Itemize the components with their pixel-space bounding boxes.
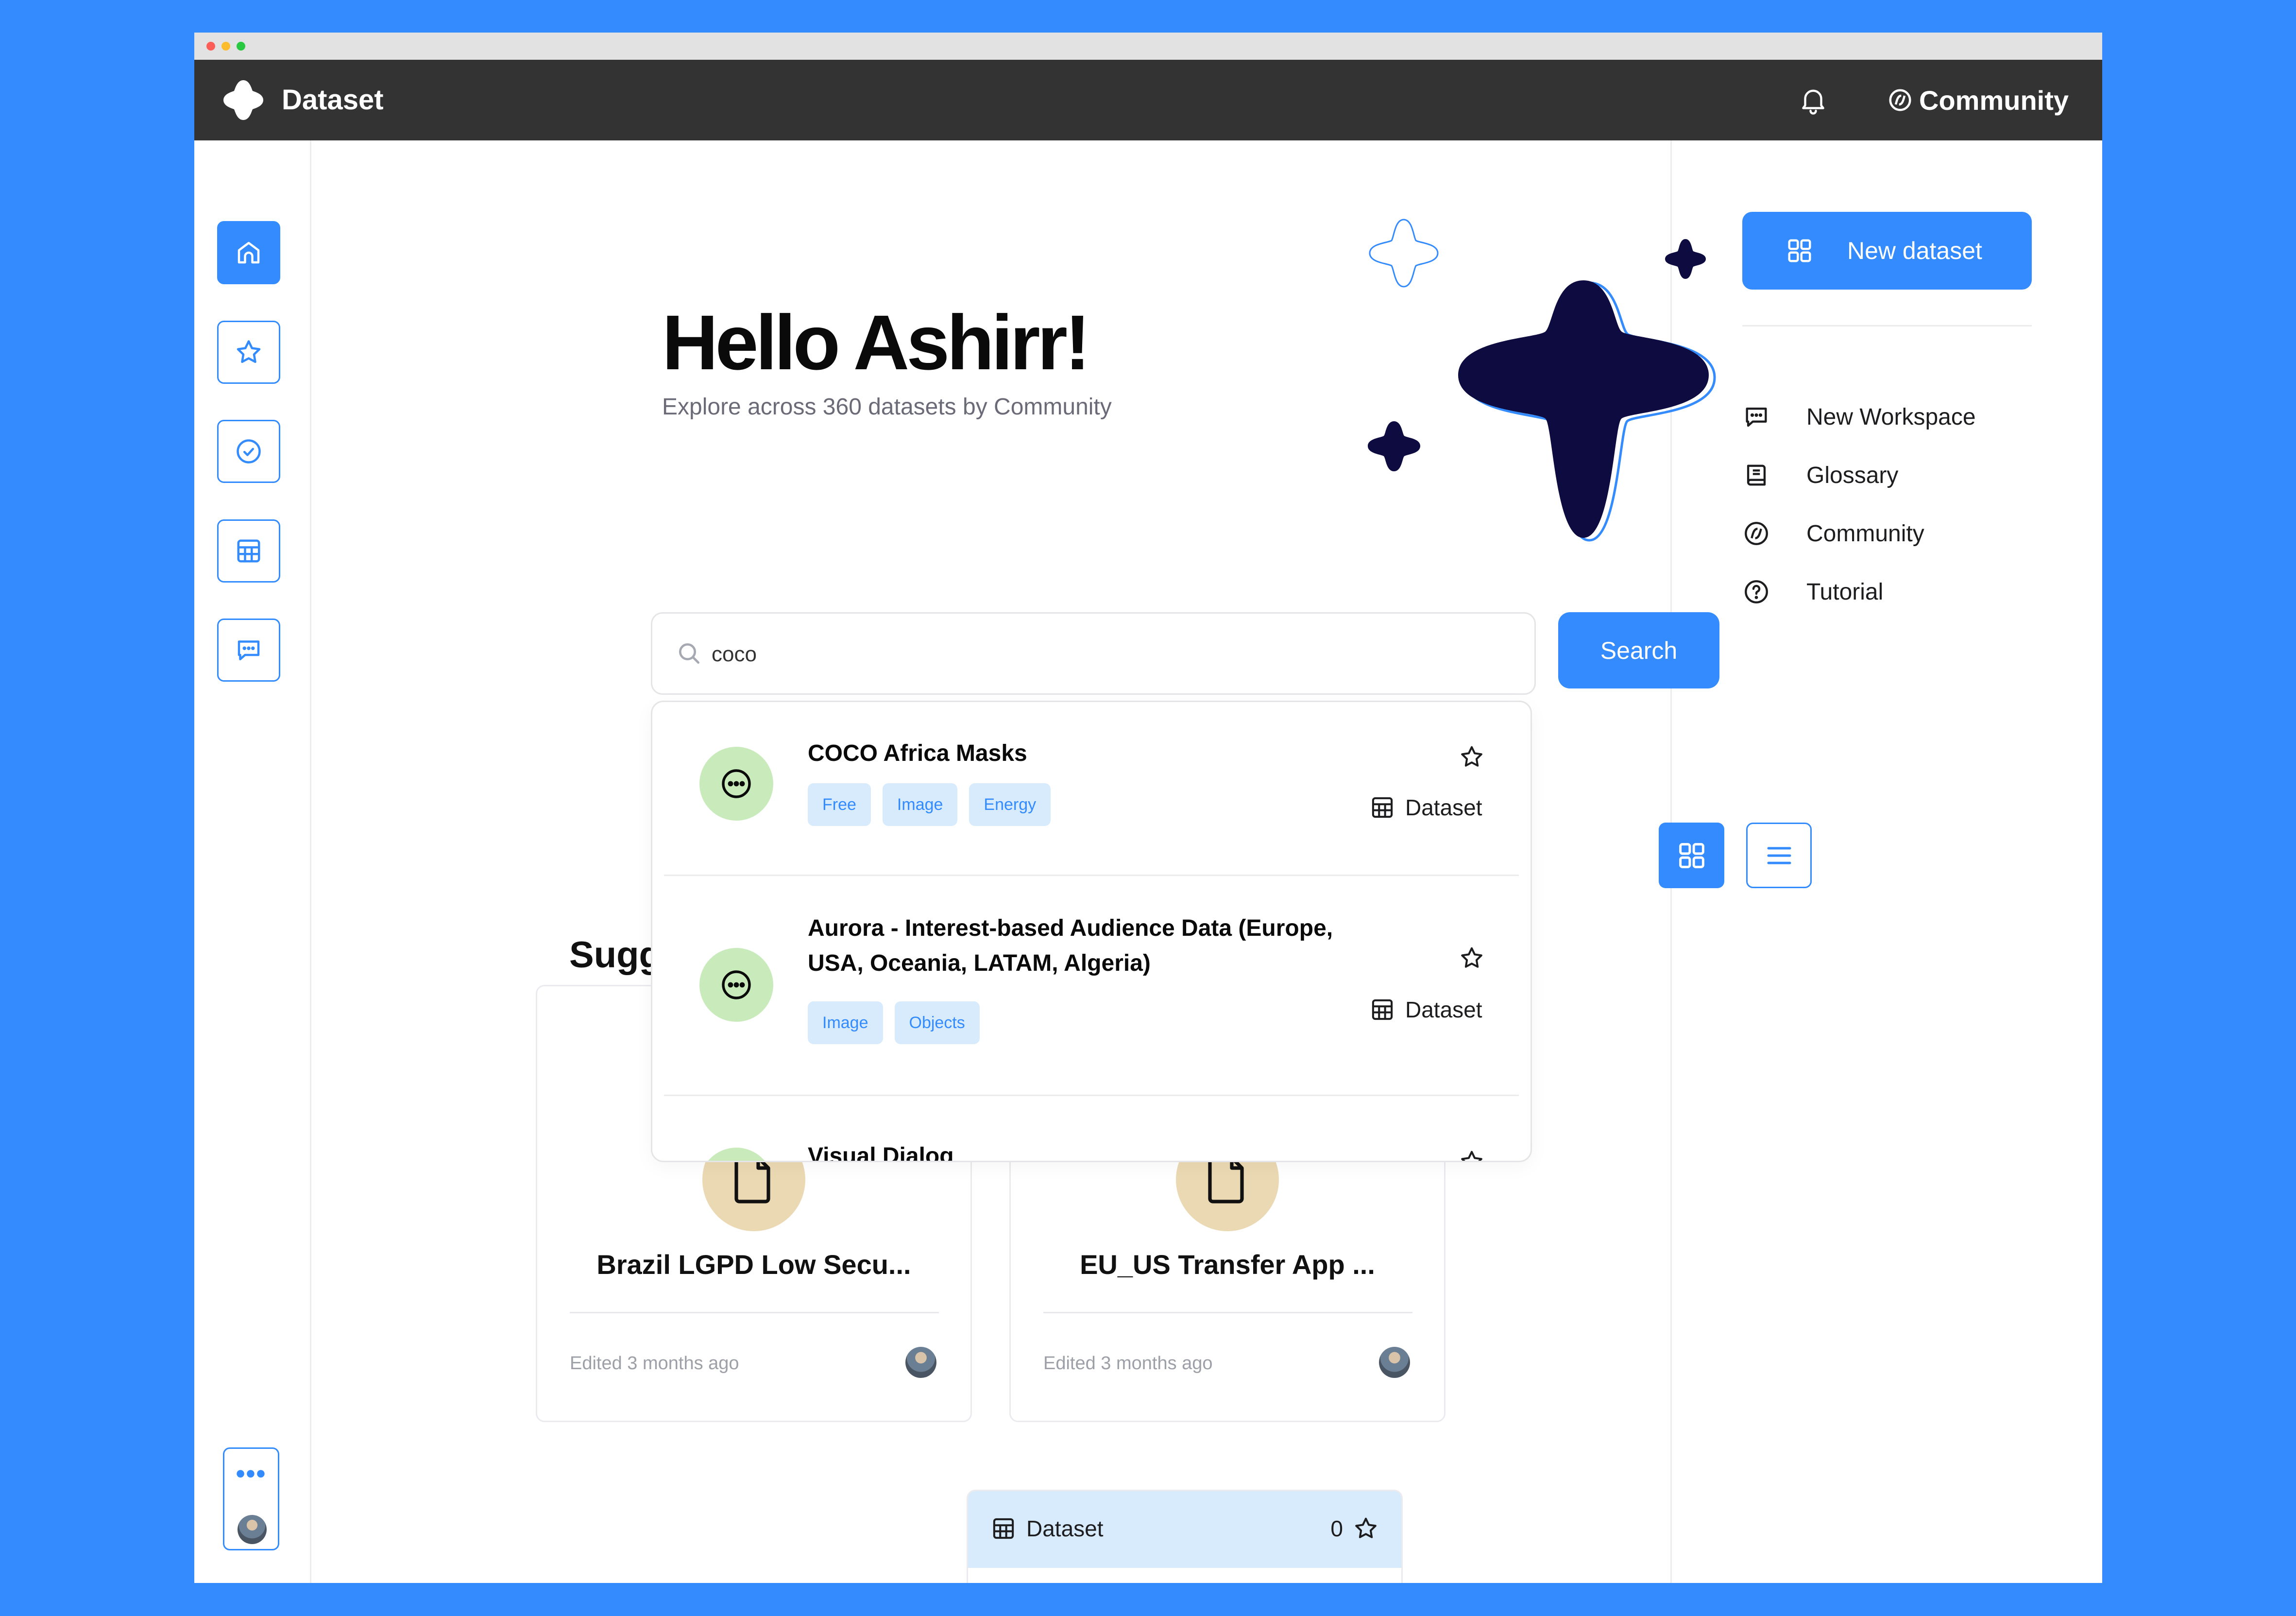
community-menu[interactable]: Community <box>1887 82 2069 118</box>
card-type-label: Dataset <box>1026 1516 1104 1541</box>
more-circle-icon <box>722 769 751 798</box>
nav-favorites-button[interactable] <box>217 321 280 384</box>
user-menu[interactable]: ••• <box>223 1447 279 1550</box>
star-count[interactable]: 0 <box>1330 1515 1379 1542</box>
community-link-label: Community <box>1806 520 1924 547</box>
search-result-item[interactable]: Aurora - Interest-based Audience Data (E… <box>652 876 1531 1095</box>
star-icon <box>1355 1517 1377 1538</box>
right-panel: New dataset New Workspace Glossary Commu… <box>1670 140 2102 1583</box>
avatar <box>905 1347 936 1378</box>
app-title[interactable]: Dataset <box>282 84 384 116</box>
card-header: Dataset 0 <box>968 1491 1401 1568</box>
table-icon <box>993 1518 1014 1539</box>
dataset-card[interactable]: Dataset 0 <box>967 1490 1403 1583</box>
browser-window: Dataset Community ••• New dataset New Wo… <box>194 33 2102 1583</box>
tag[interactable]: Image <box>808 1001 883 1044</box>
result-icon-circle <box>699 948 773 1022</box>
maximize-window-dot[interactable] <box>237 42 245 51</box>
grid-view-toggle[interactable] <box>1659 823 1724 888</box>
bell-icon[interactable] <box>1797 84 1829 116</box>
card-title[interactable]: EU_US Transfer App ... <box>1011 1249 1444 1280</box>
search-button[interactable]: Search <box>1558 612 1719 688</box>
result-icon-circle <box>699 1148 773 1161</box>
community-link[interactable]: Community <box>1742 516 1924 550</box>
tag[interactable]: Image <box>882 783 958 826</box>
star-count-value: 0 <box>1330 1516 1343 1541</box>
grid-icon <box>1679 842 1704 868</box>
tutorial-link[interactable]: Tutorial <box>1742 575 1883 609</box>
search-icon <box>679 643 699 664</box>
divider <box>1043 1312 1412 1313</box>
nav-tables-button[interactable] <box>217 519 280 583</box>
list-view-toggle[interactable] <box>1746 823 1812 888</box>
search-input[interactable] <box>711 633 1490 676</box>
tutorial-label: Tutorial <box>1806 579 1884 605</box>
result-title[interactable]: COCO Africa Masks <box>808 736 1381 771</box>
result-title[interactable]: Aurora - Interest-based Audience Data (E… <box>808 911 1381 981</box>
suggested-section-title: Sugg <box>569 934 662 976</box>
close-window-dot[interactable] <box>206 42 215 51</box>
divider <box>1742 325 2032 327</box>
list-icon <box>1767 846 1791 864</box>
star-icon[interactable] <box>1459 744 1485 770</box>
community-icon <box>1889 89 1911 111</box>
check-circle-icon <box>237 439 261 464</box>
star-icon <box>237 340 261 363</box>
avatar <box>1379 1347 1410 1378</box>
tag-list: Free Image Energy <box>808 783 1051 826</box>
community-icon <box>1745 522 1768 545</box>
table-icon <box>1372 797 1393 818</box>
result-type: Dataset <box>1369 997 1482 1023</box>
book-icon <box>1747 464 1766 486</box>
new-dataset-button[interactable]: New dataset <box>1742 212 2032 290</box>
community-label: Community <box>1919 85 2069 116</box>
result-type: Dataset <box>1369 794 1482 821</box>
more-icon[interactable]: ••• <box>224 1461 278 1487</box>
card-edited-time: Edited 3 months ago <box>1043 1353 1213 1374</box>
search-result-item[interactable]: COCO Africa Masks Free Image Energy Data… <box>652 702 1531 875</box>
greeting-heading: Hello Ashirr! <box>662 299 1090 386</box>
tag[interactable]: Free <box>808 783 871 826</box>
home-icon <box>238 241 260 264</box>
logo-icon[interactable] <box>221 78 265 122</box>
app-header: Dataset Community <box>194 60 2102 140</box>
glossary-label: Glossary <box>1806 462 1899 488</box>
card-title[interactable]: Brazil LGPD Low Secu... <box>537 1249 970 1280</box>
card-type: Dataset <box>990 1515 1104 1542</box>
left-sidebar: ••• <box>194 140 311 1583</box>
star-icon[interactable] <box>1459 1149 1485 1162</box>
card-edited-time: Edited 3 months ago <box>570 1353 739 1374</box>
help-icon <box>1745 580 1768 603</box>
result-icon-circle <box>699 747 773 821</box>
nav-messages-button[interactable] <box>217 619 280 682</box>
window-chrome <box>194 33 2102 60</box>
new-workspace-link[interactable]: New Workspace <box>1742 400 1976 434</box>
grid-icon <box>1788 239 1811 262</box>
minimize-window-dot[interactable] <box>221 42 230 51</box>
tag[interactable]: Energy <box>969 783 1051 826</box>
avatar[interactable] <box>238 1515 267 1544</box>
divider <box>570 1312 939 1313</box>
more-circle-icon <box>722 970 751 999</box>
glossary-link[interactable]: Glossary <box>1742 458 1898 492</box>
nav-tasks-button[interactable] <box>217 420 280 483</box>
sparkle-illustration <box>1368 219 1716 542</box>
table-icon <box>237 539 260 563</box>
star-icon[interactable] <box>1459 945 1485 971</box>
nav-home-button[interactable] <box>217 221 280 284</box>
chat-icon <box>238 640 260 660</box>
new-workspace-label: New Workspace <box>1806 404 1976 430</box>
search-results-dropdown: COCO Africa Masks Free Image Energy Data… <box>651 701 1532 1162</box>
result-type-label: Dataset <box>1405 795 1482 820</box>
table-icon <box>1372 999 1393 1020</box>
tag-list: Image Objects <box>808 1001 980 1044</box>
tag[interactable]: Objects <box>894 1001 980 1044</box>
result-type-label: Dataset <box>1405 997 1482 1022</box>
search-field[interactable] <box>651 612 1536 695</box>
result-title[interactable]: Visual Dialog <box>808 1139 1381 1161</box>
new-dataset-label: New dataset <box>1847 237 1982 264</box>
search-result-item[interactable]: Visual Dialog <box>652 1096 1531 1162</box>
greeting-subtitle: Explore across 360 datasets by Community <box>662 394 1112 420</box>
chat-icon <box>1746 407 1767 427</box>
